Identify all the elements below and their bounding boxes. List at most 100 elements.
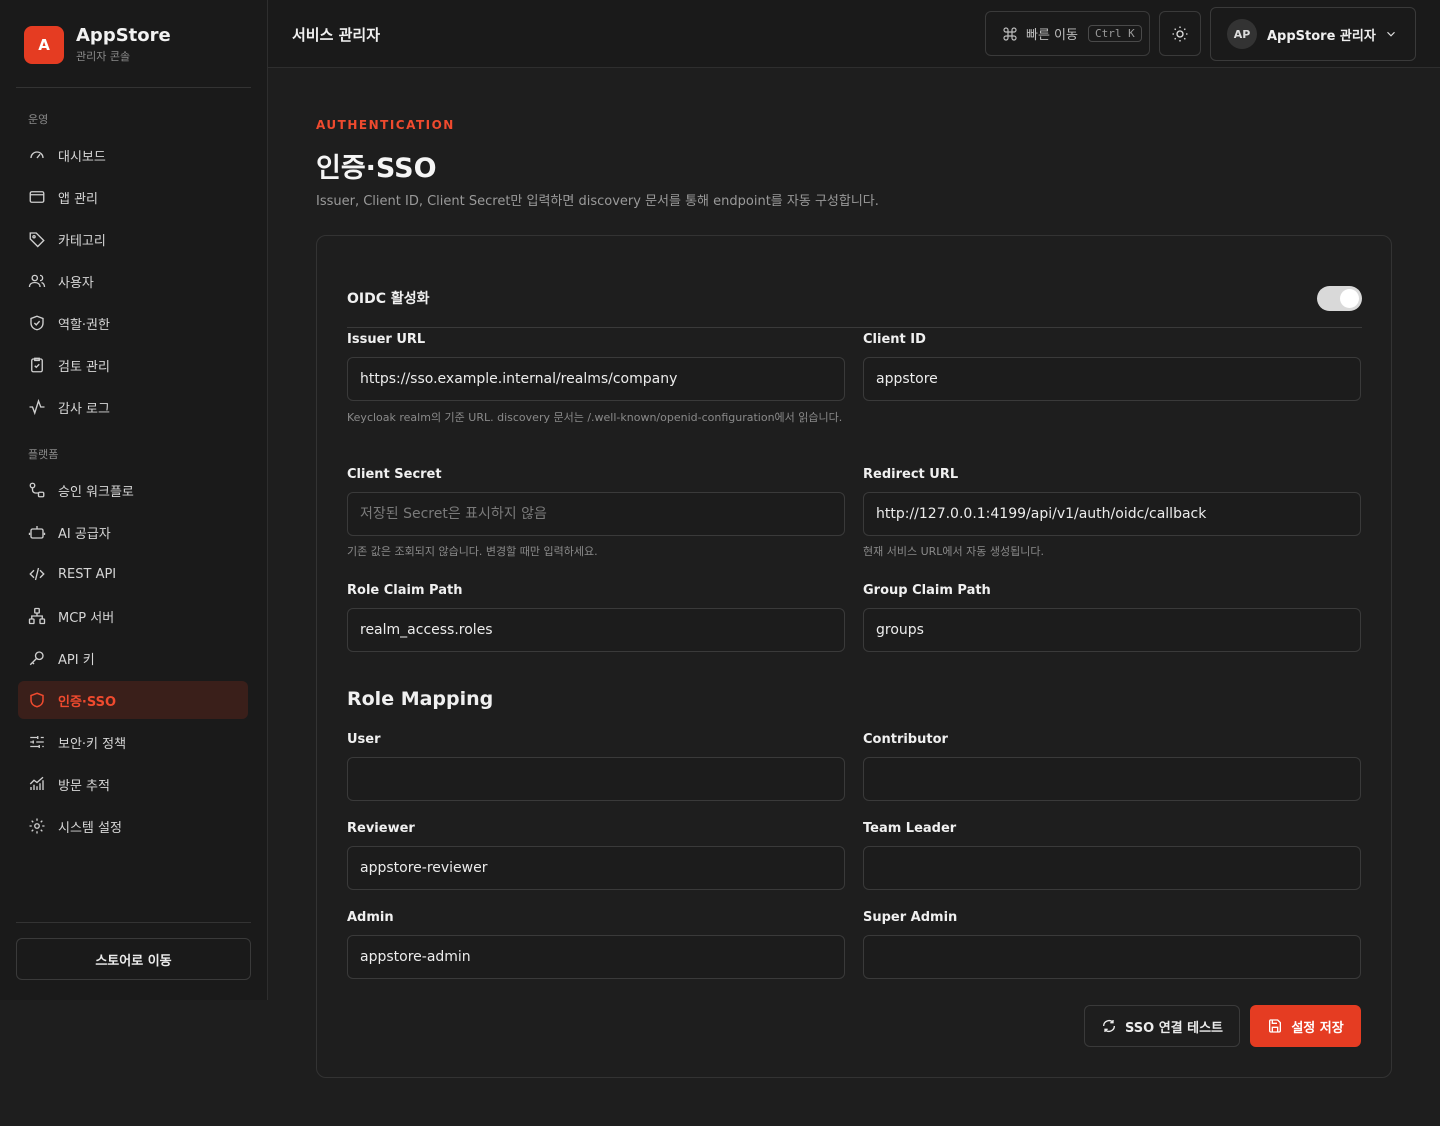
- page-description: Issuer, Client ID, Client Secret만 입력하면 d…: [316, 194, 879, 209]
- users-icon: [28, 274, 46, 288]
- sidebar-item-roles[interactable]: 역할·권한: [18, 304, 248, 342]
- chevron-down-icon: [1386, 31, 1395, 37]
- sidebar-item-ai-providers[interactable]: AI 공급자: [18, 513, 248, 551]
- role-super-admin-input[interactable]: [863, 935, 1361, 979]
- group-claim-path-label: Group Claim Path: [863, 583, 991, 598]
- page-title: 인증·SSO: [316, 153, 437, 184]
- redirect-url-input[interactable]: [863, 492, 1361, 536]
- sidebar-item-reviews[interactable]: 검토 관리: [18, 346, 248, 384]
- sidebar-item-label: 승인 워크플로: [58, 484, 134, 500]
- sso-test-button[interactable]: SSO 연결 테스트: [1084, 1005, 1240, 1047]
- user-name: AppStore 관리자: [1267, 28, 1376, 44]
- top-header: 서비스 관리자 빠른 이동 Ctrl K AP AppStore 관리자: [268, 0, 1440, 68]
- client-secret-input[interactable]: [347, 492, 845, 536]
- quick-nav-button[interactable]: 빠른 이동 Ctrl K: [985, 11, 1150, 56]
- shortcut-badge: Ctrl K: [1087, 25, 1142, 42]
- role-super-admin-label: Super Admin: [863, 910, 958, 925]
- sidebar-item-audit-log[interactable]: 감사 로그: [18, 388, 248, 426]
- sidebar-item-users[interactable]: 사용자: [18, 262, 248, 300]
- sidebar-item-api-keys[interactable]: API 키: [18, 639, 248, 677]
- gear-icon: [29, 818, 45, 834]
- sidebar-item-label: 시스템 설정: [58, 820, 122, 836]
- card-divider: [347, 327, 1362, 328]
- sun-icon: [1172, 26, 1188, 41]
- role-claim-path-label: Role Claim Path: [347, 583, 463, 598]
- save-settings-label: 설정 저장: [1291, 1020, 1344, 1036]
- role-contributor-input[interactable]: [863, 757, 1361, 801]
- role-admin-input[interactable]: [347, 935, 845, 979]
- role-contributor-label: Contributor: [863, 732, 948, 747]
- role-team-leader-input[interactable]: [863, 846, 1361, 890]
- issuer-url-hint: Keycloak realm의 기준 URL. discovery 문서는 /.…: [347, 411, 843, 424]
- sidebar-item-system-settings[interactable]: 시스템 설정: [18, 807, 248, 845]
- clipboard-check-icon: [31, 357, 43, 373]
- oidc-toggle[interactable]: [1317, 286, 1362, 311]
- sidebar-item-rest-api[interactable]: REST API: [18, 555, 248, 593]
- sidebar-item-label: 보안·키 정책: [58, 736, 127, 752]
- brand[interactable]: A AppStore 관리자 콘솔: [24, 26, 171, 64]
- sidebar-item-label: MCP 서버: [58, 610, 115, 626]
- sidebar-item-label: 대시보드: [58, 149, 106, 165]
- sidebar-item-visit-tracking[interactable]: 방문 추적: [18, 765, 248, 803]
- theme-toggle-button[interactable]: [1159, 11, 1201, 56]
- avatar: AP: [1227, 19, 1257, 49]
- role-mapping-title: Role Mapping: [347, 688, 494, 710]
- sidebar-item-auth-sso[interactable]: 인증·SSO: [18, 681, 248, 719]
- bot-icon: [28, 526, 46, 539]
- brand-name: AppStore: [76, 25, 171, 46]
- role-reviewer-input[interactable]: [347, 846, 845, 890]
- key-icon: [29, 651, 44, 666]
- toggle-knob: [1340, 289, 1359, 308]
- role-claim-path-input[interactable]: [347, 608, 845, 652]
- sidebar: A AppStore 관리자 콘솔 운영 대시보드 앱 관리 카테고리 사용자 …: [0, 0, 268, 1000]
- client-id-label: Client ID: [863, 332, 926, 347]
- sso-settings-card: OIDC 활성화 Issuer URL Keycloak realm의 기준 U…: [316, 235, 1392, 1078]
- shield-icon: [30, 692, 44, 708]
- workflow-icon: [29, 482, 45, 498]
- sidebar-item-workflow[interactable]: 승인 워크플로: [18, 471, 248, 509]
- issuer-url-label: Issuer URL: [347, 332, 426, 347]
- oidc-toggle-label: OIDC 활성화: [347, 291, 430, 307]
- sidebar-item-label: AI 공급자: [58, 526, 111, 542]
- chart-icon: [29, 776, 44, 790]
- role-user-label: User: [347, 732, 381, 747]
- window-icon: [29, 191, 45, 203]
- sidebar-section-label: 운영: [28, 113, 49, 126]
- save-settings-button[interactable]: 설정 저장: [1250, 1005, 1361, 1047]
- sidebar-item-label: 감사 로그: [58, 401, 110, 417]
- sidebar-section-label: 플랫폼: [28, 448, 59, 461]
- client-secret-label: Client Secret: [347, 467, 442, 482]
- brand-logo: A: [24, 26, 64, 64]
- sidebar-item-categories[interactable]: 카테고리: [18, 220, 248, 258]
- refresh-icon: [1102, 1020, 1115, 1032]
- role-reviewer-label: Reviewer: [347, 821, 415, 836]
- save-icon: [1269, 1019, 1282, 1033]
- role-team-leader-label: Team Leader: [863, 821, 957, 836]
- code-icon: [29, 567, 45, 581]
- tag-icon: [29, 232, 45, 248]
- issuer-url-input[interactable]: [347, 357, 845, 401]
- command-icon: [1003, 26, 1017, 41]
- sso-test-label: SSO 연결 테스트: [1124, 1020, 1224, 1036]
- sidebar-divider: [16, 922, 251, 923]
- sidebar-item-mcp-server[interactable]: MCP 서버: [18, 597, 248, 635]
- sidebar-item-label: 앱 관리: [58, 191, 99, 207]
- sidebar-item-label: 카테고리: [58, 233, 106, 249]
- client-id-input[interactable]: [863, 357, 1361, 401]
- sidebar-item-label: 검토 관리: [58, 359, 110, 375]
- group-claim-path-input[interactable]: [863, 608, 1361, 652]
- page-eyebrow: AUTHENTICATION: [316, 118, 455, 132]
- sidebar-item-label: API 키: [58, 652, 95, 668]
- client-secret-hint: 기존 값은 조회되지 않습니다. 변경할 때만 입력하세요.: [347, 545, 598, 558]
- activity-icon: [29, 398, 45, 416]
- sidebar-item-security-policy[interactable]: 보안·키 정책: [18, 723, 248, 761]
- user-menu-button[interactable]: AP AppStore 관리자: [1210, 7, 1416, 61]
- go-to-store-button[interactable]: 스토어로 이동: [16, 938, 251, 980]
- sidebar-item-apps[interactable]: 앱 관리: [18, 178, 248, 216]
- quick-nav-label: 빠른 이동: [1026, 28, 1078, 43]
- role-user-input[interactable]: [347, 757, 845, 801]
- sidebar-item-dashboard[interactable]: 대시보드: [18, 136, 248, 174]
- shield-check-icon: [30, 315, 44, 331]
- brand-subtitle: 관리자 콘솔: [76, 50, 131, 63]
- sidebar-item-label: 방문 추적: [58, 778, 110, 794]
